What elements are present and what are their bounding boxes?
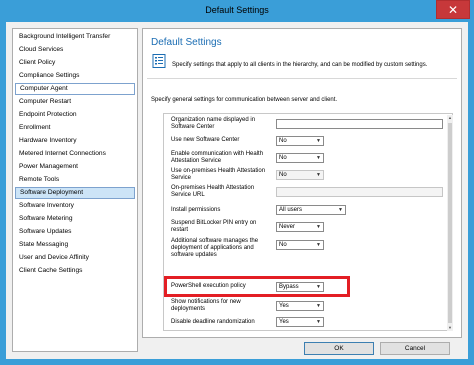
setting-label-on-premises-health-attestation: Use on-premises Health Attestation Servi…: [171, 168, 266, 181]
chevron-down-icon: ▼: [316, 138, 321, 144]
use-new-software-center-dropdown[interactable]: No ▼: [276, 136, 324, 146]
dialog-body: Background Intelligent Transfer Cloud Se…: [6, 22, 468, 359]
disable-deadline-randomization-dropdown[interactable]: Yes ▼: [276, 317, 324, 327]
nav-item-computer-restart[interactable]: Computer Restart: [15, 96, 135, 108]
nav-item-cloud-services[interactable]: Cloud Services: [15, 44, 135, 56]
settings-scrollbar[interactable]: ▲ ▼: [447, 115, 453, 331]
nav-item-client-policy[interactable]: Client Policy: [15, 57, 135, 69]
chevron-down-icon: ▼: [316, 284, 321, 290]
chevron-down-icon: ▼: [316, 155, 321, 161]
organization-name-input[interactable]: [276, 119, 443, 129]
enable-health-attestation-dropdown[interactable]: No ▼: [276, 153, 324, 163]
nav-item-remote-tools[interactable]: Remote Tools: [15, 174, 135, 186]
scrollbar-thumb[interactable]: [448, 123, 452, 323]
setting-label-disable-deadline-randomization: Disable deadline randomization: [171, 319, 255, 325]
powershell-execution-policy-dropdown[interactable]: Bypass ▼: [276, 282, 324, 292]
nav-item-endpoint-protection[interactable]: Endpoint Protection: [15, 109, 135, 121]
nav-item-enrollment[interactable]: Enrollment: [15, 122, 135, 134]
nav-item-software-deployment[interactable]: Software Deployment: [15, 187, 135, 199]
cancel-button[interactable]: Cancel: [380, 342, 450, 355]
nav-item-power-management[interactable]: Power Management: [15, 161, 135, 173]
setting-label-suspend-bitlocker: Suspend BitLocker PIN entry on restart: [171, 220, 257, 233]
nav-item-user-and-device-affinity[interactable]: User and Device Affinity: [15, 252, 135, 264]
close-icon: ✕: [447, 3, 459, 17]
setting-label-enable-health-attestation: Enable communication with Health Attesta…: [171, 151, 264, 164]
chevron-down-icon: ▼: [316, 224, 321, 230]
nav-item-compliance-settings[interactable]: Compliance Settings: [15, 70, 135, 82]
scroll-down-icon[interactable]: ▼: [447, 325, 453, 331]
settings-nav-list: Background Intelligent Transfer Cloud Se…: [12, 28, 138, 352]
nav-item-state-messaging[interactable]: State Messaging: [15, 239, 135, 251]
chevron-down-icon: ▼: [316, 319, 321, 325]
chevron-down-icon: ▼: [316, 303, 321, 309]
nav-item-software-inventory[interactable]: Software Inventory: [15, 200, 135, 212]
nav-item-software-metering[interactable]: Software Metering: [15, 213, 135, 225]
panel-description: Specify settings that apply to all clien…: [172, 62, 428, 68]
nav-item-computer-agent[interactable]: Computer Agent: [15, 83, 135, 95]
chevron-down-icon: ▼: [316, 242, 321, 248]
close-button[interactable]: ✕: [436, 0, 470, 19]
title-bar: Default Settings ✕: [0, 0, 474, 22]
nav-item-metered-internet-connections[interactable]: Metered Internet Connections: [15, 148, 135, 160]
setting-label-install-permissions: Install permissions: [171, 207, 221, 213]
setting-label-show-notifications: Show notifications for new deployments: [171, 299, 241, 312]
chevron-down-icon: ▼: [316, 172, 321, 178]
on-premises-health-attestation-dropdown[interactable]: No ▼: [276, 170, 324, 180]
chevron-down-icon: ▼: [338, 207, 343, 213]
scroll-up-icon[interactable]: ▲: [447, 115, 453, 121]
setting-label-health-attestation-url: On-premises Health Attestation Service U…: [171, 185, 255, 198]
nav-item-background-intelligent-transfer[interactable]: Background Intelligent Transfer: [15, 31, 135, 43]
nav-item-software-updates[interactable]: Software Updates: [15, 226, 135, 238]
settings-panel: Default Settings Specify settings that a…: [142, 28, 462, 338]
additional-software-dropdown[interactable]: No ▼: [276, 240, 324, 250]
window-title: Default Settings: [205, 5, 269, 15]
panel-divider: [147, 78, 457, 79]
health-attestation-url-input[interactable]: [276, 187, 443, 197]
setting-label-additional-software: Additional software manages the deployme…: [171, 238, 259, 258]
panel-title: Default Settings: [151, 37, 222, 48]
setting-label-organization-name: Organization name displayed in Software …: [171, 117, 256, 130]
nav-item-hardware-inventory[interactable]: Hardware Inventory: [15, 135, 135, 147]
setting-label-use-new-software-center: Use new Software Center: [171, 137, 240, 143]
setting-label-powershell-execution-policy: PowerShell execution policy: [171, 283, 246, 289]
show-notifications-dropdown[interactable]: Yes ▼: [276, 301, 324, 311]
install-permissions-dropdown[interactable]: All users ▼: [276, 205, 346, 215]
suspend-bitlocker-dropdown[interactable]: Never ▼: [276, 222, 324, 232]
nav-item-client-cache-settings[interactable]: Client Cache Settings: [15, 265, 135, 277]
general-settings-description: Specify general settings for communicati…: [151, 97, 338, 103]
default-settings-window: Default Settings ✕ Background Intelligen…: [0, 0, 474, 365]
settings-document-icon: [152, 54, 166, 68]
ok-button[interactable]: OK: [304, 342, 374, 355]
settings-grid: Organization name displayed in Software …: [163, 113, 453, 331]
